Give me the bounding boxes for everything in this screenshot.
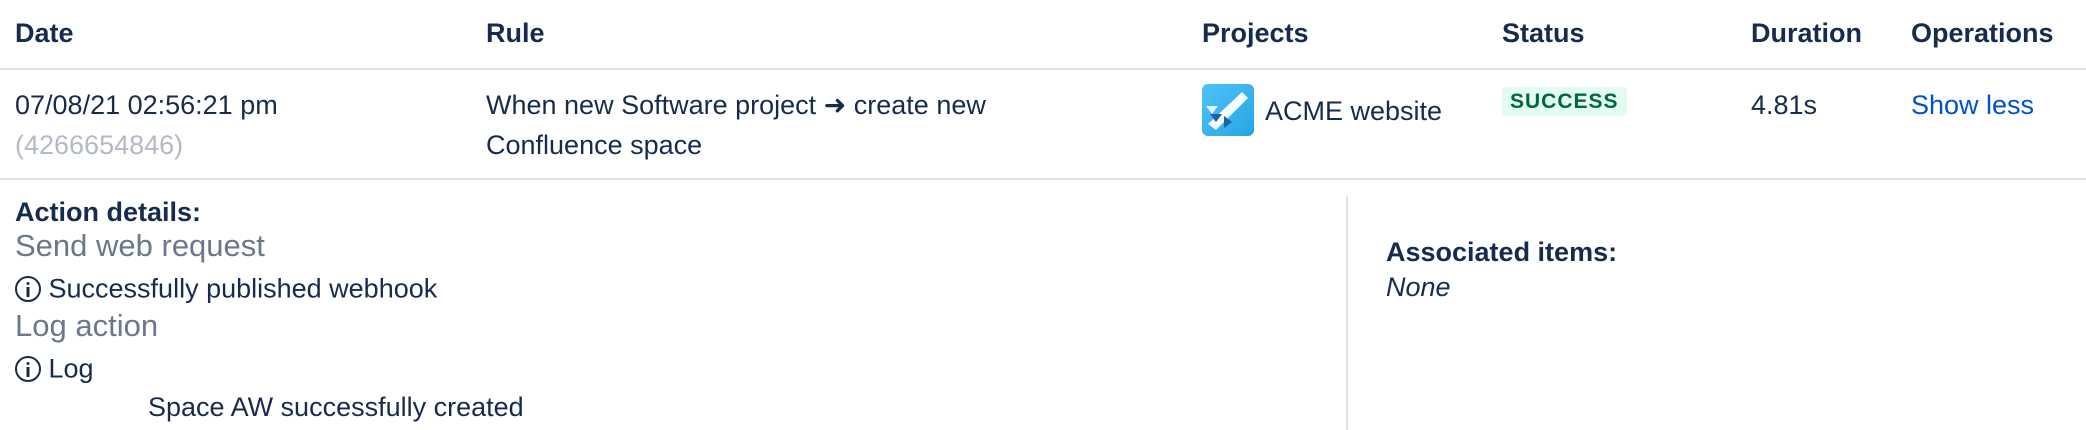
row-execution-id: (4266654846) bbox=[15, 130, 184, 160]
associated-items-label: Associated items: bbox=[1386, 237, 1618, 267]
action-message-text: Successfully published webhook bbox=[48, 273, 438, 304]
rocket-icon bbox=[1202, 84, 1254, 136]
row-duration: 4.81s bbox=[1751, 90, 1818, 120]
action-title-log-action: Log action bbox=[15, 308, 159, 343]
row-rule-line2: Confluence space bbox=[486, 130, 703, 160]
row-rule-line1: When new Software project ➜ create new bbox=[486, 90, 986, 120]
header-duration[interactable]: Duration bbox=[1751, 18, 1862, 49]
header-rule[interactable]: Rule bbox=[486, 18, 545, 49]
show-less-link[interactable]: Show less bbox=[1911, 90, 2034, 121]
header-status[interactable]: Status bbox=[1502, 18, 1585, 49]
row-divider bbox=[0, 178, 2086, 180]
row-project-name[interactable]: ACME website bbox=[1265, 96, 1442, 127]
header-projects[interactable]: Projects bbox=[1202, 18, 1309, 49]
action-message-text: Log bbox=[48, 353, 94, 384]
action-title-send-web-request: Send web request bbox=[15, 228, 265, 263]
row-date: 07/08/21 02:56:21 pm bbox=[15, 90, 278, 120]
log-output-text: Space AW successfully created bbox=[148, 392, 524, 422]
action-details-label: Action details: bbox=[15, 197, 202, 227]
action-message: Log bbox=[15, 352, 94, 384]
status-badge: SUCCESS bbox=[1502, 87, 1627, 116]
header-divider bbox=[0, 68, 2086, 70]
status-badge-label: SUCCESS bbox=[1502, 87, 1627, 116]
header-date[interactable]: Date bbox=[15, 18, 74, 49]
associated-items-value: None bbox=[1386, 272, 1451, 302]
details-divider bbox=[1346, 196, 1348, 430]
info-icon bbox=[15, 355, 41, 382]
info-icon bbox=[15, 275, 41, 302]
header-operations: Operations bbox=[1911, 18, 2054, 48]
action-message: Successfully published webhook bbox=[15, 272, 437, 304]
